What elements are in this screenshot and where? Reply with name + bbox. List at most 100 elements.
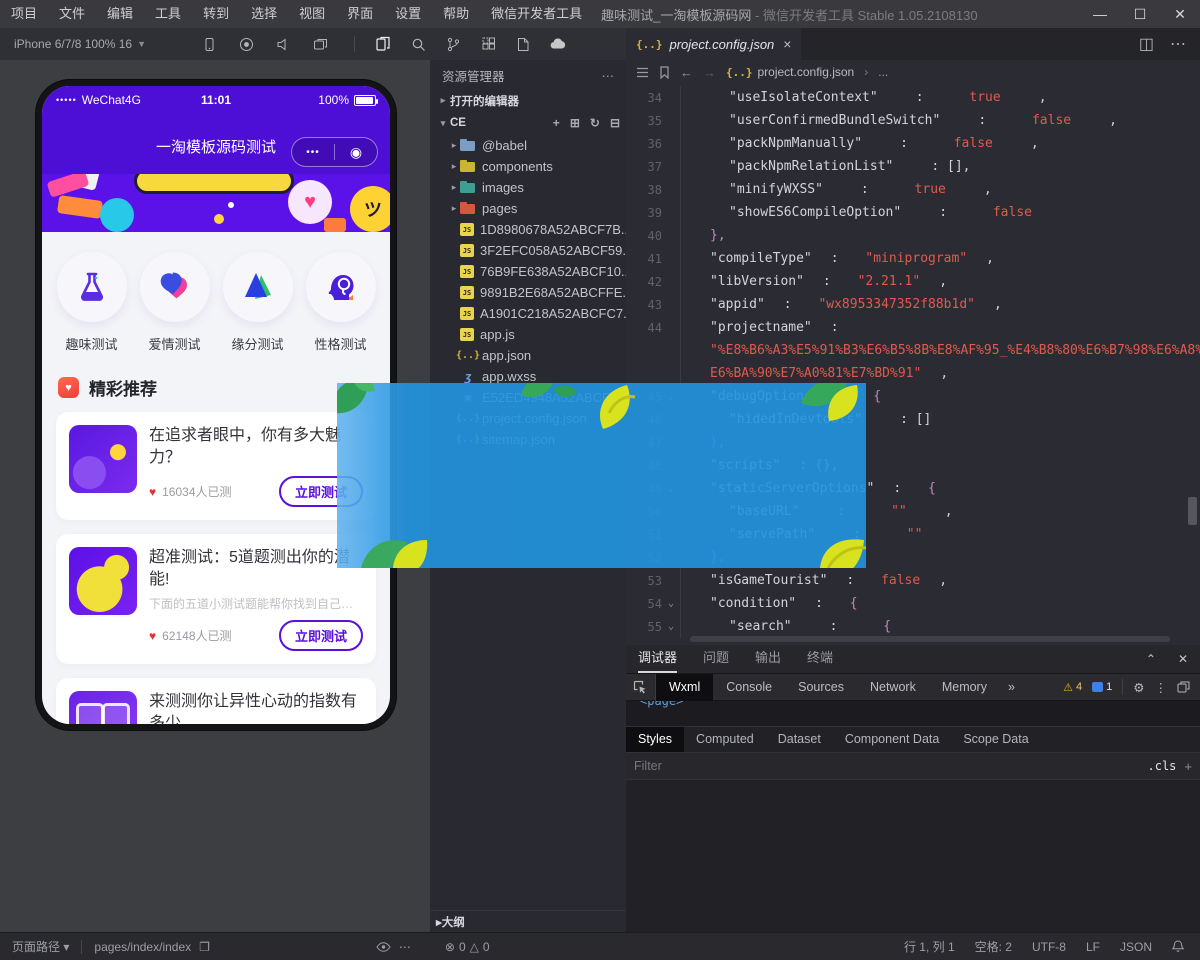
category-love-test[interactable]: 爱情测试 [136,252,214,353]
tab-computed[interactable]: Computed [684,727,766,752]
refresh-icon[interactable]: ↻ [590,116,600,130]
styles-filter-input[interactable] [634,759,1140,773]
outline-section[interactable]: ▸ 大纲 [430,910,626,932]
code-line[interactable]: "%E8%B6%A3%E5%91%B3%E6%B5%8B%E8%AF%95_%E… [626,339,1200,362]
menu-item[interactable]: 选择 [240,0,288,28]
fold-chevron-icon[interactable]: ⌄ [662,621,680,632]
extensions-icon[interactable] [481,37,496,52]
wxml-node[interactable]: <page> [640,701,683,708]
tab-component-data[interactable]: Component Data [833,727,952,752]
split-editor-icon[interactable]: ◫ [1139,34,1154,54]
devtools-tab-console[interactable]: Console [713,674,785,701]
banner-image[interactable]: ♥ ツ [42,174,390,232]
outline-list-icon[interactable] [636,67,649,78]
eol-setting[interactable]: LF [1086,940,1100,954]
file-tree-item[interactable]: ▸ images [430,177,626,198]
code-line[interactable]: 41 "compileType": "miniprogram", [626,247,1200,270]
indentation-setting[interactable]: 空格: 2 [975,938,1012,955]
tab-dataset[interactable]: Dataset [766,727,833,752]
start-test-button[interactable]: 立即测试 [279,620,363,651]
inspect-element-icon[interactable] [626,674,656,701]
maximize-button[interactable]: ☐ [1120,0,1160,28]
file-tree-item[interactable]: {..} app.json [430,345,626,366]
statusbar-more-icon[interactable]: ⋯ [399,940,411,954]
code-line[interactable]: 39 "showES6CompileOption": false [626,201,1200,224]
category-personality-test[interactable]: 性格测试 [302,252,380,353]
test-card[interactable]: 来测测你让异性心动的指数有多少 ♥ 55320人已测 立即测试 [56,678,376,724]
editor-more-icon[interactable]: ⋯ [1170,34,1186,54]
tab-scope-data[interactable]: Scope Data [951,727,1040,752]
code-line[interactable]: E6%BA%90%E7%A0%81%E7%BD%91", [626,362,1200,385]
code-line[interactable]: 36 "packNpmManually": false, [626,132,1200,155]
tab-terminal[interactable]: 终端 [807,645,833,673]
menu-item[interactable]: 文件 [48,0,96,28]
capsule-menu-icon[interactable]: ••• [292,147,334,158]
warnings-badge[interactable]: ⚠4 [1063,681,1082,694]
code-line[interactable]: 37 "packNpmRelationList": [], [626,155,1200,178]
category-fate-test[interactable]: 缘分测试 [219,252,297,353]
code-line[interactable]: 53 "isGameTourist": false, [626,569,1200,592]
file-tree-item[interactable]: JS A1901C218A52ABCFC7... [430,303,626,324]
file-tree-item[interactable]: JS 76B9FE638A52ABCF10... [430,261,626,282]
menu-item[interactable]: 转到 [192,0,240,28]
panel-collapse-icon[interactable]: ⌃ [1146,652,1156,666]
new-folder-icon[interactable]: ⊞ [570,116,580,130]
messages-badge[interactable]: 1 [1092,681,1112,693]
editor-vertical-scrollbar[interactable] [1188,497,1197,525]
notifications-bell-icon[interactable] [1172,940,1184,953]
cursor-position[interactable]: 行 1, 列 1 [904,938,955,955]
menu-item[interactable]: 工具 [144,0,192,28]
code-line[interactable]: 43 "appid": "wx8953347352f88b1d", [626,293,1200,316]
mute-icon[interactable] [276,37,291,52]
tab-debugger[interactable]: 调试器 [638,645,677,673]
code-line[interactable]: 38 "minifyWXSS": true, [626,178,1200,201]
code-line[interactable]: 44 "projectname": [626,316,1200,339]
phone-rotate-icon[interactable] [202,37,217,52]
open-editors-section[interactable]: ▸ 打开的编辑器 [430,90,626,111]
problems-indicator[interactable]: ⊗0 △0 [445,940,490,954]
minimize-button[interactable]: — [1080,0,1120,28]
menu-item[interactable]: 视图 [288,0,336,28]
undock-icon[interactable] [1177,681,1190,693]
file-tree-item[interactable]: JS 1D8980678A52ABCF7B... [430,219,626,240]
devtools-kebab-icon[interactable]: ⋮ [1155,680,1168,695]
tab-project-config-json[interactable]: {..} project.config.json × [626,28,801,60]
explorer-panel-icon[interactable] [375,36,391,52]
bookmark-icon[interactable] [659,66,670,79]
tab-styles[interactable]: Styles [626,727,684,752]
wxml-tree-pane[interactable]: <page> [626,701,1200,727]
code-line[interactable]: 35 "userConfirmedBundleSwitch": false, [626,109,1200,132]
code-line[interactable]: 40 }, [626,224,1200,247]
capsule-buttons[interactable]: ••• ◉ [291,137,378,167]
menu-item[interactable]: 微信开发者工具 [480,0,593,28]
menu-item[interactable]: 界面 [336,0,384,28]
devtools-tab-memory[interactable]: Memory [929,674,1000,701]
page-path-selector[interactable]: 页面路径 ▾ [12,938,69,955]
tab-close-icon[interactable]: × [783,36,791,52]
menu-item[interactable]: 设置 [384,0,432,28]
nav-back-icon[interactable]: ← [680,65,693,80]
editor-horizontal-scrollbar[interactable] [690,636,1170,642]
tab-output[interactable]: 输出 [755,645,781,673]
preview-eye-icon[interactable] [376,942,391,952]
menu-item[interactable]: 项目 [0,0,48,28]
code-line[interactable]: 55 ⌄ "search": { [626,615,1200,638]
file-tree-item[interactable]: ▸ pages [430,198,626,219]
encoding-setting[interactable]: UTF-8 [1032,940,1066,954]
close-button[interactable]: ✕ [1160,0,1200,28]
git-branch-icon[interactable] [446,37,461,52]
cloud-icon[interactable] [550,37,567,51]
devtools-tab-sources[interactable]: Sources [785,674,857,701]
collapse-all-icon[interactable]: ⊟ [610,116,620,130]
file-tree-item[interactable]: JS 3F2EFC058A52ABCF59... [430,240,626,261]
copy-path-icon[interactable]: ❐ [199,940,210,954]
menu-item[interactable]: 帮助 [432,0,480,28]
file-tree-item[interactable]: JS 9891B2E68A52ABCFFE... [430,282,626,303]
new-file-icon[interactable]: + [553,116,560,130]
breadcrumb-file[interactable]: {..}project.config.json [726,65,854,79]
device-selector[interactable]: iPhone 6/7/8 100% 16▼ [14,37,146,51]
toggle-class-button[interactable]: .cls [1148,759,1177,773]
capsule-close-icon[interactable]: ◉ [335,144,377,161]
current-page-path[interactable]: pages/index/index [94,940,191,954]
explorer-more-icon[interactable]: ⋯ [602,68,615,83]
